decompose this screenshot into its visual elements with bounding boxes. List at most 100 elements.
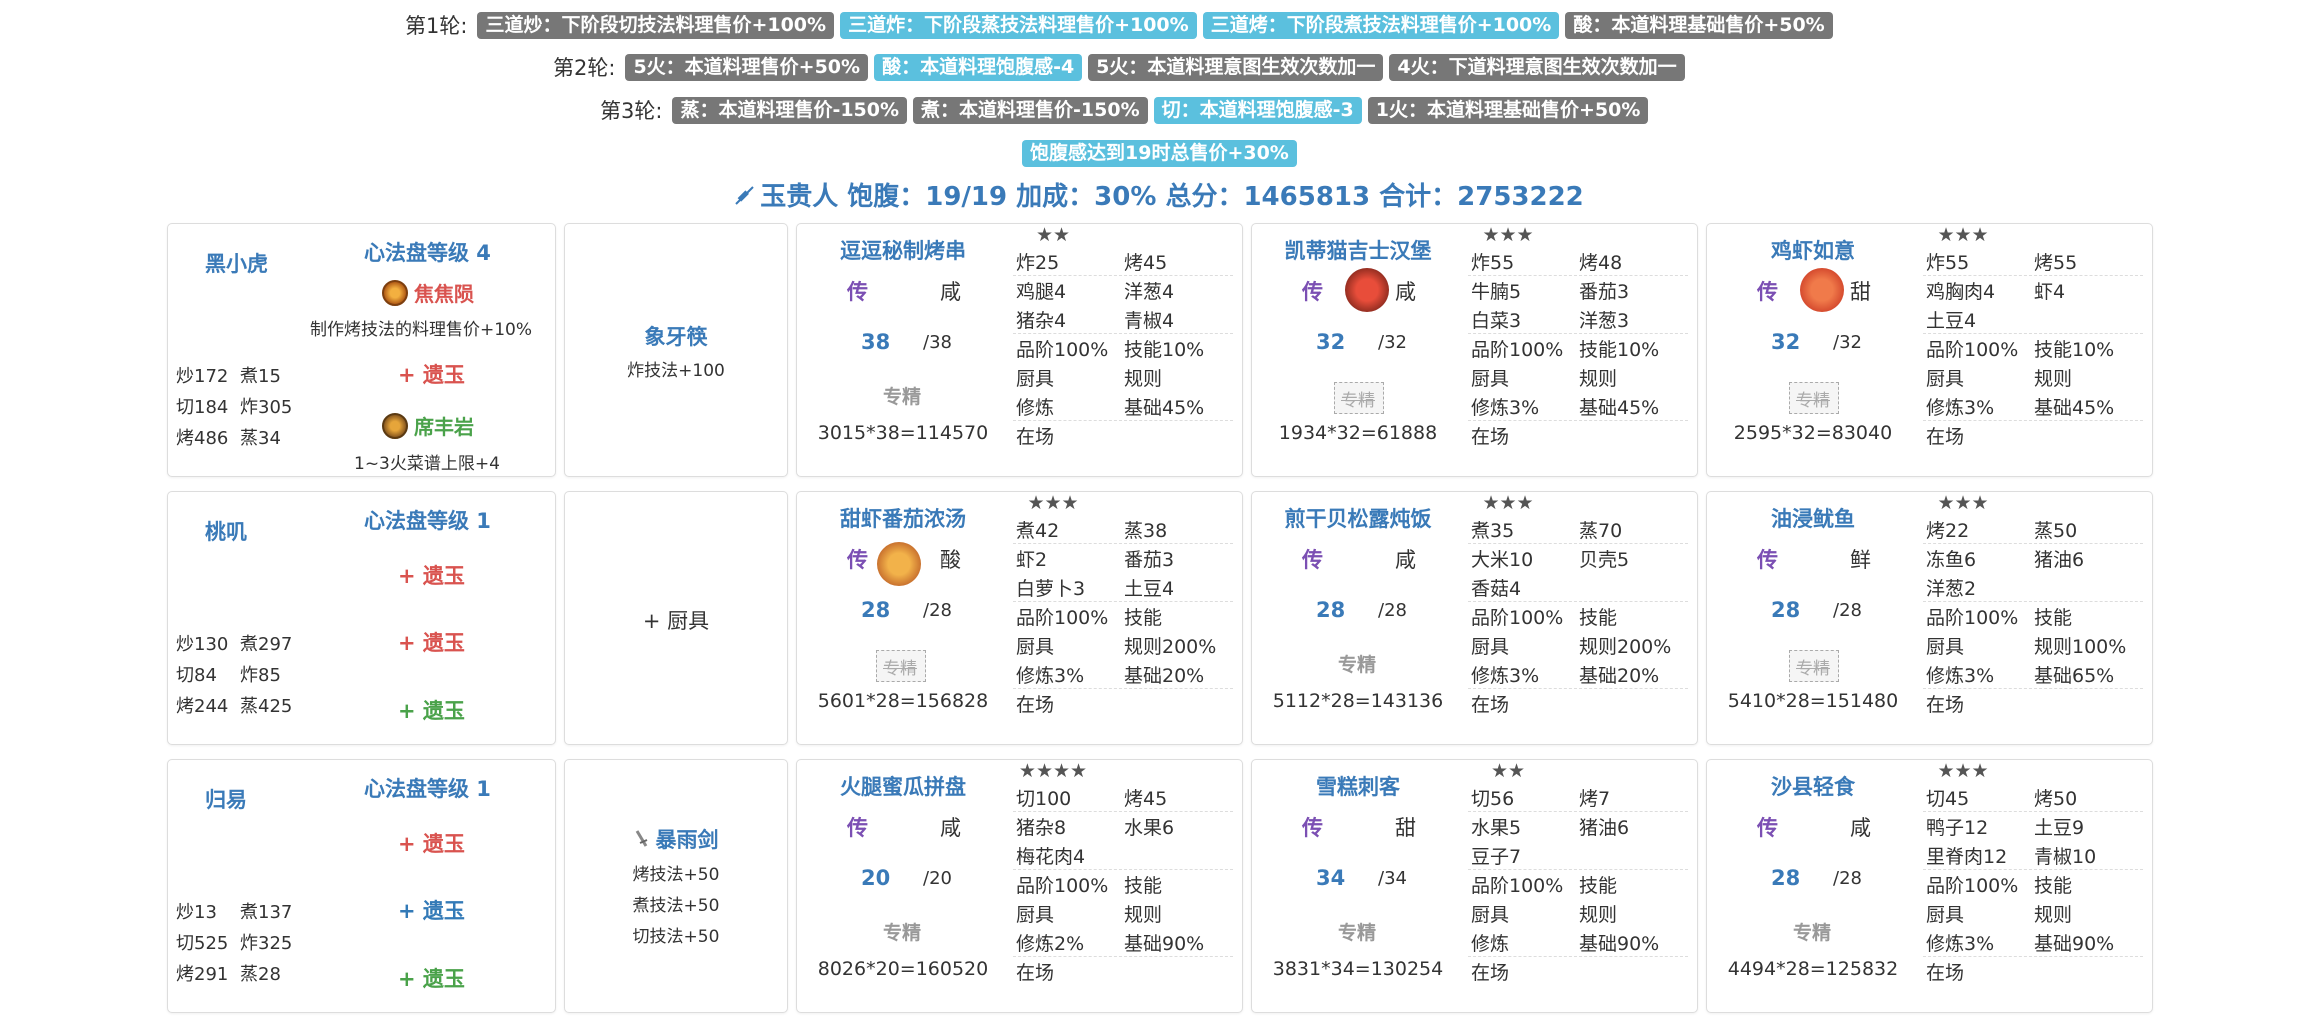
chef-skill-stat: 炸325 (240, 933, 293, 954)
recipe-quantity-input[interactable]: 32 (1771, 330, 1800, 354)
recipe-panel[interactable]: 甜虾番茄浓汤 ★★★ 传 酸 28/28 专精 5601*28=156828 煮42 蒸38 虾2… (796, 491, 1243, 745)
relic-slot[interactable]: + 遗玉 (398, 895, 465, 925)
recipe-panel[interactable]: 凯蒂猫吉士汉堡 ★★★ 传 咸 32/32 专精 1934*32=61888 炸55 烤48 牛腩… (1251, 223, 1698, 477)
recipe-name[interactable]: 煎干贝松露炖饭 (1252, 503, 1464, 533)
chef-name[interactable]: 黑小虎 (205, 248, 268, 278)
recipe-detail-cell: 土豆4 (1926, 310, 1977, 332)
specialty-toggle[interactable]: 专精 (883, 382, 921, 409)
recipe-panel[interactable]: 油浸鱿鱼 ★★★ 传 鲜 28/28 专精 5410*28=151480 烤22 蒸50 冻鱼6 猪… (1706, 491, 2153, 745)
recipe-detail-cell: 技能 (1579, 875, 1618, 897)
recipe-name[interactable]: 火腿蜜瓜拼盘 (797, 771, 1009, 801)
relic-slot[interactable]: + 遗玉 (398, 627, 465, 657)
chef-skill-stat: 炸85 (240, 665, 281, 686)
row-divider (1013, 688, 1233, 689)
recipe-name[interactable]: 鸡虾如意 (1707, 235, 1919, 265)
recipe-name[interactable]: 甜虾番茄浓汤 (797, 503, 1009, 533)
recipe-detail-cell: 烤45 (1124, 252, 1168, 274)
recipe-detail-cell: 青椒4 (1124, 310, 1175, 332)
rule-tag: 三道炒：下阶段切技法料理售价+100% (477, 11, 835, 39)
row-divider (1468, 543, 1688, 544)
heart-level[interactable]: 心法盘等级 4 (364, 237, 491, 267)
flavor-label: 咸 (940, 280, 961, 304)
recipe-name[interactable]: 逗逗秘制烤串 (797, 235, 1009, 265)
recipe-detail-cell: 切100 (1016, 788, 1072, 810)
recipe-detail-cell: 蒸50 (2034, 520, 2078, 542)
heart-level[interactable]: 心法盘等级 1 (364, 773, 491, 803)
equip-panel[interactable]: 象牙筷 炸技法+100 (564, 223, 788, 477)
chef-name[interactable]: 桃叽 (205, 516, 247, 546)
recipe-panel[interactable]: 火腿蜜瓜拼盘 ★★★★ 传 咸 20/20 专精 8026*20=160520 切100 烤45… (796, 759, 1243, 1013)
rank-legend-badge: 传 (1302, 280, 1323, 304)
equip-skill: 烤技法+50 (632, 865, 720, 885)
recipe-quantity-input[interactable]: 20 (861, 866, 890, 890)
recipe-panel[interactable]: 煎干贝松露炖饭 ★★★ 传 咸 28/28 专精 5112*28=143136 煮35 蒸70 大… (1251, 491, 1698, 745)
recipe-quantity-max: /28 (923, 600, 952, 621)
recipe-quantity-input[interactable]: 28 (1771, 598, 1800, 622)
relic-slot[interactable]: + 遗玉 (398, 359, 465, 389)
flavor-label: 鲜 (1850, 548, 1871, 572)
assist-chef-1[interactable]: 焦焦陨 (382, 278, 474, 307)
recipe-quantity-input[interactable]: 34 (1316, 866, 1345, 890)
relic-slot[interactable]: + 遗玉 (398, 695, 465, 725)
recipe-detail-cell: 技能 (1124, 875, 1163, 897)
row-divider (1468, 420, 1688, 421)
price-formula: 5410*28=151480 (1727, 690, 1899, 712)
flavor-label: 酸 (940, 548, 961, 572)
relic-slot[interactable]: + 遗玉 (398, 560, 465, 590)
recipe-detail-cell: 蒸70 (1579, 520, 1623, 542)
specialty-toggle[interactable]: 专精 (883, 918, 921, 945)
recipe-detail-cell: 烤22 (1926, 520, 1970, 542)
recipe-detail-cell: 技能10% (2034, 339, 2115, 361)
chef-name[interactable]: 归易 (205, 784, 247, 814)
equip-title[interactable]: 暴雨剑 (565, 824, 787, 854)
relic-slot[interactable]: + 遗玉 (398, 828, 465, 858)
chef-panel: 黑小虎 心法盘等级 4 炒172 煮15 切184 炸305 烤486 蒸34 焦焦陨 制作烤技法… (167, 223, 556, 477)
recipe-panel[interactable]: 沙县轻食 ★★★ 传 咸 28/28 专精 4494*28=125832 切45 烤50 鸭子12… (1706, 759, 2153, 1013)
round3-rules: 第3轮: 蒸：本道料理售价-150% 煮：本道料理售价-150% 切：本道料理饱… (600, 96, 1649, 124)
rank-legend-badge: 传 (1302, 816, 1323, 840)
specialty-toggle[interactable]: 专精 (1789, 382, 1839, 414)
specialty-toggle[interactable]: 专精 (1338, 918, 1376, 945)
specialty-toggle[interactable]: 专精 (1793, 918, 1831, 945)
price-formula: 1934*32=61888 (1278, 422, 1438, 444)
chef-skill-stat: 切84 (176, 665, 217, 686)
row-divider (1923, 543, 2143, 544)
recipe-detail-cell: 在场 (1016, 426, 1055, 448)
recipe-name[interactable]: 凯蒂猫吉士汉堡 (1252, 235, 1464, 265)
specialty-toggle[interactable]: 专精 (1334, 382, 1384, 414)
recipe-panel[interactable]: 逗逗秘制烤串 ★★ 传 咸 38/38 专精 3015*38=114570 炸25 烤45 鸡腿4… (796, 223, 1243, 477)
syringe-icon (735, 186, 754, 205)
recipe-name[interactable]: 油浸鱿鱼 (1707, 503, 1919, 533)
add-equip-button[interactable]: + 厨具 (565, 605, 787, 635)
recipe-quantity-input[interactable]: 28 (1316, 598, 1345, 622)
chef-skill-stat: 炒130 (176, 634, 229, 655)
recipe-name[interactable]: 沙县轻食 (1707, 771, 1919, 801)
recipe-quantity-input[interactable]: 38 (861, 330, 890, 354)
equip-panel[interactable]: 暴雨剑 烤技法+50 煮技法+50 切技法+50 (564, 759, 788, 1013)
price-formula: 3831*34=130254 (1272, 958, 1444, 980)
recipe-quantity-input[interactable]: 28 (861, 598, 890, 622)
price-formula: 2595*32=83040 (1733, 422, 1893, 444)
specialty-toggle[interactable]: 专精 (1789, 650, 1839, 682)
relic-slot[interactable]: + 遗玉 (398, 963, 465, 993)
recipe-detail-cell: 厨具 (1926, 636, 1965, 658)
recipe-detail-cell: 在场 (1471, 694, 1510, 716)
assist-chef-2[interactable]: 席丰岩 (382, 411, 474, 440)
row-divider (1013, 275, 1233, 276)
recipe-panel[interactable]: 雪糕刺客 ★★ 传 甜 34/34 专精 3831*34=130254 切56 烤7 水果5 猪油6… (1251, 759, 1698, 1013)
recipe-quantity-input[interactable]: 32 (1316, 330, 1345, 354)
heart-level[interactable]: 心法盘等级 1 (364, 505, 491, 535)
specialty-toggle[interactable]: 专精 (1338, 650, 1376, 677)
recipe-detail-cell: 基础20% (1579, 665, 1660, 687)
recipe-panel[interactable]: 鸡虾如意 ★★★ 传 甜 32/32 专精 2595*32=83040 炸55 烤55 鸡胸肉4 虾… (1706, 223, 2153, 477)
equip-name[interactable]: 象牙筷 (565, 321, 787, 351)
recipe-quantity-input[interactable]: 28 (1771, 866, 1800, 890)
recipe-detail-cell: 基础45% (1579, 397, 1660, 419)
recipe-detail-cell: 品阶100% (1926, 607, 2019, 629)
recipe-detail-cell: 基础45% (2034, 397, 2115, 419)
recipe-quantity-max: /32 (1833, 332, 1862, 353)
specialty-toggle[interactable]: 专精 (876, 650, 926, 682)
equip-panel[interactable]: + 厨具 (564, 491, 788, 745)
recipe-name[interactable]: 雪糕刺客 (1252, 771, 1464, 801)
recipe-detail-cell: 在场 (1016, 694, 1055, 716)
